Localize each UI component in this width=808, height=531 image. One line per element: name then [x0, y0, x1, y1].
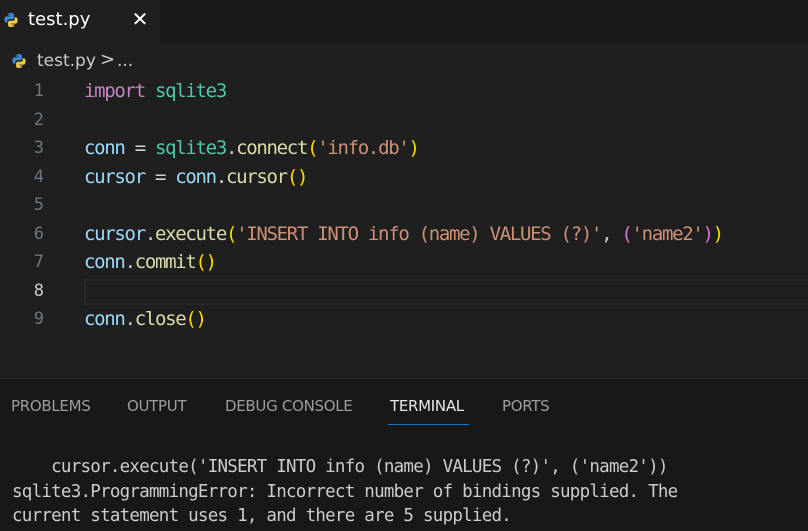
code-line[interactable]: 9 conn.close(): [0, 306, 808, 334]
python-icon: [12, 54, 26, 68]
code-line-current[interactable]: 8: [0, 278, 808, 306]
code-line[interactable]: 4 cursor = conn.cursor(): [0, 164, 808, 192]
breadcrumb-symbols[interactable]: ...: [117, 51, 133, 71]
breadcrumb-file[interactable]: test.py: [37, 51, 96, 71]
line-number: 7: [33, 252, 44, 272]
tab-output[interactable]: OUTPUT: [127, 397, 187, 415]
line-number: 4: [33, 166, 44, 187]
tab-label: test.py: [28, 9, 91, 30]
active-tab-indicator: [388, 424, 469, 425]
code-line[interactable]: 5: [0, 192, 808, 220]
tab-debug-console[interactable]: DEBUG CONSOLE: [225, 397, 353, 415]
tab-problems[interactable]: PROBLEMS: [11, 397, 91, 415]
code-line[interactable]: 3 conn = sqlite3.connect('info.db'): [0, 135, 808, 163]
line-number: 1: [33, 81, 44, 101]
code-line[interactable]: 7 conn.commit(): [0, 249, 808, 277]
line-number: 2: [33, 109, 44, 130]
editor-tab-test-py[interactable]: test.py ✕: [0, 0, 160, 43]
chevron-right-icon: >: [100, 49, 116, 70]
vscode-window: test.py ✕ test.py > ... 1 import sqlite3…: [0, 0, 808, 531]
code-text: conn.close(): [84, 308, 207, 330]
line-number: 5: [33, 195, 44, 215]
tab-ports[interactable]: PORTS: [502, 397, 550, 415]
code-text: import sqlite3: [84, 80, 227, 102]
code-text: cursor.execute('INSERT INTO info (name) …: [84, 222, 724, 245]
python-icon: [4, 13, 18, 27]
current-line-highlight: [84, 278, 808, 305]
line-number: 8: [33, 280, 44, 301]
line-number: 3: [33, 138, 44, 158]
breadcrumb: test.py > ...: [0, 43, 808, 78]
terminal-line: cursor.execute('INSERT INTO info (name) …: [12, 457, 668, 477]
code-line[interactable]: 1 import sqlite3: [0, 78, 808, 106]
terminal-line: sqlite3.ProgrammingError: Incorrect numb…: [12, 482, 678, 502]
code-line[interactable]: 2: [0, 107, 808, 135]
tab-terminal[interactable]: TERMINAL: [390, 397, 464, 415]
terminal-line: current statement uses 1, and there are …: [12, 506, 512, 526]
code-text: conn.commit(): [84, 251, 217, 273]
bottom-panel: PROBLEMS OUTPUT DEBUG CONSOLE TERMINAL P…: [0, 378, 808, 531]
line-number: 6: [33, 223, 44, 244]
close-icon[interactable]: ✕: [129, 6, 151, 32]
code-editor[interactable]: 1 import sqlite3 2 3 conn = sqlite3.conn…: [0, 78, 808, 378]
code-line[interactable]: 6 cursor.execute('INSERT INTO info (name…: [0, 221, 808, 249]
code-text: cursor = conn.cursor(): [84, 165, 308, 188]
editor-tab-bar: test.py ✕: [0, 0, 808, 43]
line-number: 9: [33, 309, 44, 329]
code-text: conn = sqlite3.connect('info.db'): [84, 137, 420, 159]
